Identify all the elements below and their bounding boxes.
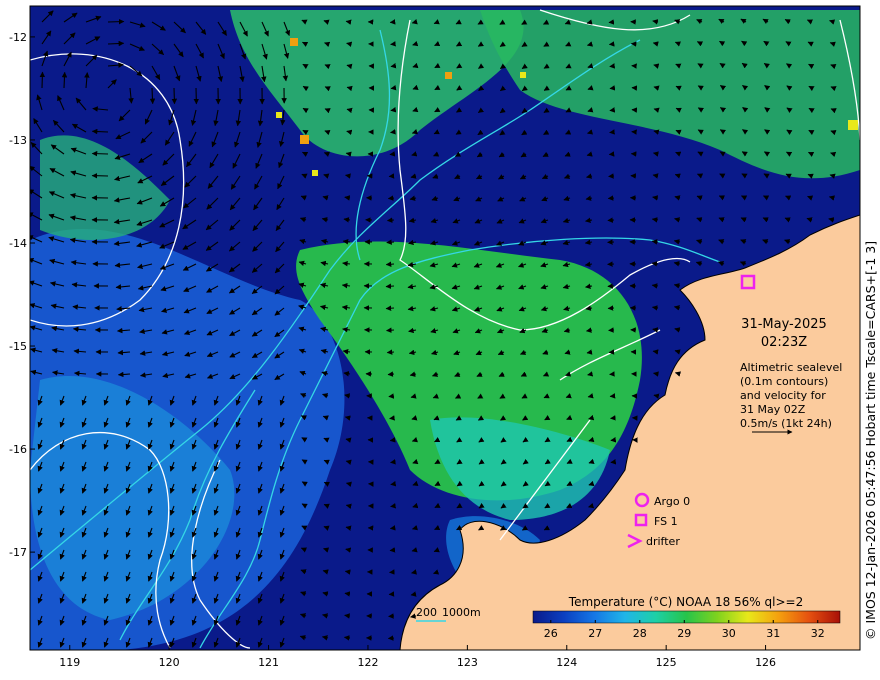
velocity-arrow xyxy=(385,261,395,267)
lon-tick-label: 123 xyxy=(457,656,478,669)
lon-tick-label: 125 xyxy=(656,656,677,669)
annotation-note-3: and velocity for xyxy=(740,389,826,402)
velocity-arrow xyxy=(390,481,397,487)
velocity-arrow xyxy=(390,459,396,465)
velocity-arrow xyxy=(389,437,396,443)
velocity-arrow xyxy=(345,525,352,531)
lon-tick-label: 124 xyxy=(556,656,577,669)
velocity-arrow xyxy=(607,195,615,201)
lon-tick-label: 122 xyxy=(357,656,378,669)
colorbar-tick-label: 29 xyxy=(677,627,691,640)
velocity-arrow xyxy=(388,173,395,179)
velocity-arrow xyxy=(386,217,395,223)
colorbar-tick-label: 31 xyxy=(766,627,780,640)
velocity-arrow xyxy=(386,239,395,245)
velocity-arrow xyxy=(149,87,156,105)
colorbar-tick-label: 27 xyxy=(588,627,602,640)
velocity-arrow xyxy=(346,41,353,48)
velocity-arrow xyxy=(344,591,351,597)
annotation-note-2: (0.1m contours) xyxy=(740,375,828,388)
velocity-arrow xyxy=(609,107,616,113)
velocity-arrow xyxy=(608,41,615,47)
velocity-arrow xyxy=(388,393,395,399)
velocity-arrow xyxy=(387,371,395,377)
annotation-note-5: 0.5m/s (1kt 24h) xyxy=(740,417,832,430)
lon-tick-label: 119 xyxy=(59,656,80,669)
lon-tick-label: 126 xyxy=(755,656,776,669)
isobath-legend-200: 200 xyxy=(416,606,437,619)
velocity-arrow xyxy=(387,635,395,641)
velocity-arrow xyxy=(385,305,395,311)
velocity-arrow xyxy=(385,283,395,289)
velocity-arrow xyxy=(389,547,396,553)
colorbar-title: Temperature (°C) NOAA 18 56% ql>=2 xyxy=(568,595,803,609)
velocity-arrow xyxy=(387,195,395,201)
velocity-arrow xyxy=(343,635,351,641)
velocity-arrow xyxy=(389,415,395,421)
colorbar-bar xyxy=(532,610,841,624)
credit-text: © IMOS 12-Jan-2026 05:47:56 Hobart time … xyxy=(863,240,878,640)
sst-map: 119 120 121 122 123 124 125 126 -12 -13 -14 -15 -16… xyxy=(9,5,861,669)
velocity-arrow xyxy=(609,85,616,91)
map-plot-area xyxy=(30,6,860,650)
velocity-arrow xyxy=(107,40,125,47)
velocity-arrow xyxy=(345,151,352,157)
velocity-arrow xyxy=(91,150,109,157)
velocity-arrow xyxy=(389,525,396,531)
velocity-arrow xyxy=(609,129,615,135)
velocity-arrow xyxy=(61,71,68,89)
velocity-arrow xyxy=(609,63,616,69)
drifter-legend-label: drifter xyxy=(646,535,680,548)
lat-tick-label: -16 xyxy=(9,443,27,456)
argo-legend-label: Argo 0 xyxy=(654,495,690,508)
isobath-legend-1000: 1000m xyxy=(442,606,481,619)
velocity-arrow xyxy=(389,151,396,157)
lon-tick-label: 121 xyxy=(258,656,279,669)
annotation-note-4: 31 May 02Z xyxy=(740,403,806,416)
velocity-arrow xyxy=(390,84,397,91)
colorbar-tick-label: 28 xyxy=(633,627,647,640)
velocity-arrow xyxy=(346,63,353,70)
velocity-arrow xyxy=(91,128,109,135)
colorbar-tick-label: 30 xyxy=(722,627,736,640)
velocity-arrow xyxy=(344,613,351,619)
annotation-date: 31-May-2025 xyxy=(741,317,827,332)
velocity-arrow xyxy=(39,71,46,89)
velocity-arrow xyxy=(390,106,397,113)
velocity-arrow xyxy=(608,19,615,25)
velocity-arrow xyxy=(346,85,353,92)
isobath-legend: 200 1000m xyxy=(416,606,481,622)
colorbar-tick-label: 32 xyxy=(811,627,825,640)
velocity-arrow xyxy=(346,107,353,114)
velocity-arrow xyxy=(345,19,352,25)
velocity-arrow xyxy=(345,503,352,509)
velocity-arrow xyxy=(107,18,125,25)
velocity-arrow xyxy=(386,327,395,333)
lat-tick-label: -13 xyxy=(9,134,27,147)
velocity-arrow xyxy=(608,151,615,157)
velocity-arrow xyxy=(390,62,397,69)
velocity-arrow xyxy=(344,569,351,575)
lon-tick-label: 120 xyxy=(159,656,180,669)
annotation-time: 02:23Z xyxy=(761,335,807,350)
fs-legend-label: FS 1 xyxy=(654,515,678,528)
velocity-arrow xyxy=(608,173,615,179)
velocity-arrow xyxy=(607,217,615,223)
velocity-arrow xyxy=(390,129,396,135)
lat-tick-label: -15 xyxy=(9,340,27,353)
colorbar-tick-label: 26 xyxy=(544,627,558,640)
lat-tick-label: -14 xyxy=(9,237,27,250)
velocity-arrow xyxy=(386,349,395,355)
velocity-arrow xyxy=(653,393,660,399)
annotation-note-1: Altimetric sealevel xyxy=(740,361,842,374)
lat-tick-label: -17 xyxy=(9,546,27,559)
velocity-arrow xyxy=(171,87,178,105)
lat-tick-label: -12 xyxy=(9,31,27,44)
velocity-arrow xyxy=(346,129,353,136)
velocity-arrow xyxy=(390,503,397,509)
